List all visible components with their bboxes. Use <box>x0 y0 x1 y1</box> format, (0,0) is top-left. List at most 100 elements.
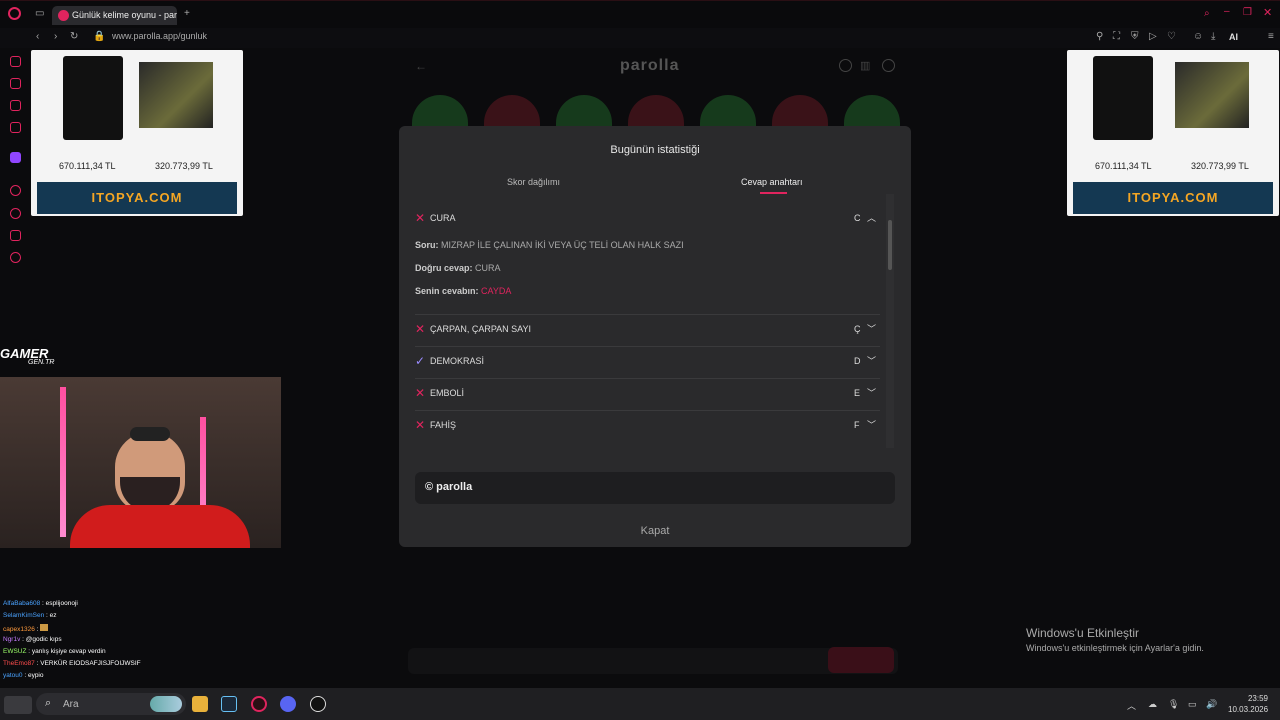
scrollbar-thumb[interactable] <box>888 220 892 270</box>
answer-row-expanded[interactable]: ✕ CURA C ︿ <box>415 211 876 232</box>
chat-msg: : @godic kıps <box>22 636 62 643</box>
ad-pc-image <box>63 56 123 140</box>
tray-network-icon[interactable]: ▭ <box>1188 699 1197 710</box>
back-icon[interactable]: ‹ <box>36 31 39 42</box>
close-button[interactable]: Kapat <box>399 525 911 537</box>
close-window-icon[interactable]: ✕ <box>1263 6 1272 19</box>
chat-msg: : esplijoonoji <box>42 600 78 607</box>
ai-button[interactable]: AI <box>1229 32 1238 42</box>
tray-mic-icon[interactable]: 🎙 <box>1168 699 1179 710</box>
answer-row[interactable]: ✕ ÇARPAN, ÇARPAN SAYI Ç ﹀ <box>415 322 876 343</box>
clock-time[interactable]: 23:59 <box>1228 694 1268 703</box>
minimize-icon[interactable]: – <box>1224 6 1230 17</box>
sidebar-messenger-icon[interactable] <box>10 100 21 111</box>
forward-icon[interactable]: › <box>54 31 57 42</box>
menu-icon[interactable]: ≡ <box>1268 31 1274 42</box>
chevron-down-icon[interactable]: ﹀ <box>867 354 876 367</box>
wrong-icon: ✕ <box>415 211 426 225</box>
sidebar-bag-icon[interactable] <box>10 78 21 89</box>
divider <box>415 314 880 315</box>
new-tab-icon[interactable]: + <box>184 8 190 19</box>
file-explorer-icon[interactable] <box>192 696 208 712</box>
chat-line: AlfaBaba608 : esplijoonoji <box>3 600 78 607</box>
tabs-icon[interactable]: ▭ <box>35 8 44 19</box>
opera-gx-icon[interactable] <box>251 696 267 712</box>
share-button[interactable]: © parolla <box>415 472 895 504</box>
divider <box>415 378 880 379</box>
answer-row[interactable]: ✕ EMBOLİ E ﹀ <box>415 386 876 407</box>
profile-icon[interactable]: ☺ <box>1193 31 1203 42</box>
chat-msg: : eypio <box>24 672 44 679</box>
widgets-icon[interactable] <box>4 696 32 714</box>
question-text: MIZRAP İLE ÇALINAN İKİ VEYA ÜÇ TELİ OLAN… <box>441 240 684 250</box>
reload-icon[interactable]: ↻ <box>70 31 78 42</box>
windows-activation-sub: Windows'u etkinleştirmek için Ayarlar'a … <box>1026 643 1204 653</box>
maximize-icon[interactable]: ❐ <box>1243 7 1252 18</box>
answer-word: ÇARPAN, ÇARPAN SAYI <box>430 324 532 334</box>
chat-user: Ngr1v <box>3 636 21 643</box>
tray-onedrive-icon[interactable]: ☁ <box>1148 699 1157 710</box>
chat-user: SelamKimSen <box>3 612 45 619</box>
tab-title: Günlük kelime oyunu - parolla <box>72 10 177 20</box>
chevron-down-icon[interactable]: ﹀ <box>867 418 876 431</box>
page-back-icon[interactable]: ← <box>415 59 427 73</box>
chevron-down-icon[interactable]: ﹀ <box>867 386 876 399</box>
account-icon[interactable] <box>882 59 895 72</box>
answer-row[interactable]: ✓ DEMOKRASİ D ﹀ <box>415 354 876 375</box>
ad-right[interactable]: 670.111,34 TL 320.773,99 TL ITOPYA.COM <box>1067 50 1279 216</box>
answer-row[interactable]: ✕ FAHİŞ F ﹀ <box>415 418 876 439</box>
active-tab-indicator <box>760 192 787 194</box>
letter-circle <box>484 95 540 127</box>
chat-msg: : ez <box>46 612 57 619</box>
question-label: Soru: <box>415 240 439 250</box>
sidebar-settings-icon[interactable] <box>10 252 21 263</box>
submit-button[interactable] <box>828 647 894 673</box>
obs-icon[interactable] <box>310 696 326 712</box>
clock-date[interactable]: 10.03.2026 <box>1228 705 1268 714</box>
search-highlight-icon <box>150 696 182 712</box>
chat-line: capex1326 : <box>3 624 49 633</box>
opera-logo-icon[interactable] <box>8 7 21 20</box>
shield-icon[interactable]: ⛨ <box>1131 31 1139 42</box>
sidebar-refresh-icon[interactable] <box>10 56 21 67</box>
chat-msg: : VERKÜR EIODSAFJISJFOIJWSIF <box>36 660 141 667</box>
stats-icon[interactable]: ▥ <box>860 59 870 72</box>
steam-icon[interactable] <box>221 696 237 712</box>
tray-chevron-icon[interactable]: ︿ <box>1127 699 1136 712</box>
sidebar-twitch-icon[interactable] <box>10 152 21 163</box>
sidebar-extensions-icon[interactable] <box>10 230 21 241</box>
play-icon[interactable]: ▷ <box>1149 31 1157 42</box>
chat-line: SelamKimSen : ez <box>3 612 56 619</box>
url-field[interactable]: www.parolla.app/gunluk <box>112 31 207 41</box>
tab-active[interactable]: Günlük kelime oyunu - parolla <box>52 6 177 25</box>
gamergen-logo-sub: GEN.TR <box>28 359 55 366</box>
chevron-down-icon[interactable]: ﹀ <box>867 322 876 335</box>
search-icon: ⌕ <box>45 697 52 709</box>
your-answer-label: Senin cevabın: <box>415 286 479 296</box>
your-answer-detail: Senin cevabın: CAYDA <box>415 286 511 296</box>
streamer-hair <box>130 427 170 441</box>
ad-left[interactable]: 670.111,34 TL 320.773,99 TL ITOPYA.COM <box>31 50 243 216</box>
sidebar-news-icon[interactable] <box>10 122 21 133</box>
discord-icon[interactable] <box>280 696 296 712</box>
info-icon[interactable] <box>839 59 852 72</box>
chevron-up-icon[interactable]: ︿ <box>867 211 876 224</box>
bookmark-icon[interactable]: ⚲ <box>1096 31 1103 42</box>
tray-volume-icon[interactable]: 🔊 <box>1206 699 1217 710</box>
sidebar-history-icon[interactable] <box>10 208 21 219</box>
heart-icon[interactable]: ♡ <box>1167 31 1176 42</box>
wrong-icon: ✕ <box>415 386 426 400</box>
tab-answer-key[interactable]: Cevap anahtarı <box>741 177 803 187</box>
sidebar-player-icon[interactable] <box>10 185 21 196</box>
answer-word: DEMOKRASİ <box>430 356 485 366</box>
letter-circle <box>556 95 612 127</box>
tab-score-distribution[interactable]: Skor dağılımı <box>507 177 560 187</box>
snapshot-icon[interactable]: ⛶ <box>1113 31 1120 42</box>
ad-brand-banner: ITOPYA.COM <box>1073 182 1273 214</box>
download-icon[interactable]: ⤓ <box>1211 31 1215 42</box>
guess-input[interactable] <box>408 648 898 674</box>
search-icon[interactable]: ⌕ <box>1204 8 1210 19</box>
tab-bar: ▭ Günlük kelime oyunu - parolla + ⌕ – ❐ … <box>0 0 1280 28</box>
chat-user: capex1326 <box>3 626 35 633</box>
chat-msg: : yanlış kişiye cevap verdin <box>28 648 106 655</box>
